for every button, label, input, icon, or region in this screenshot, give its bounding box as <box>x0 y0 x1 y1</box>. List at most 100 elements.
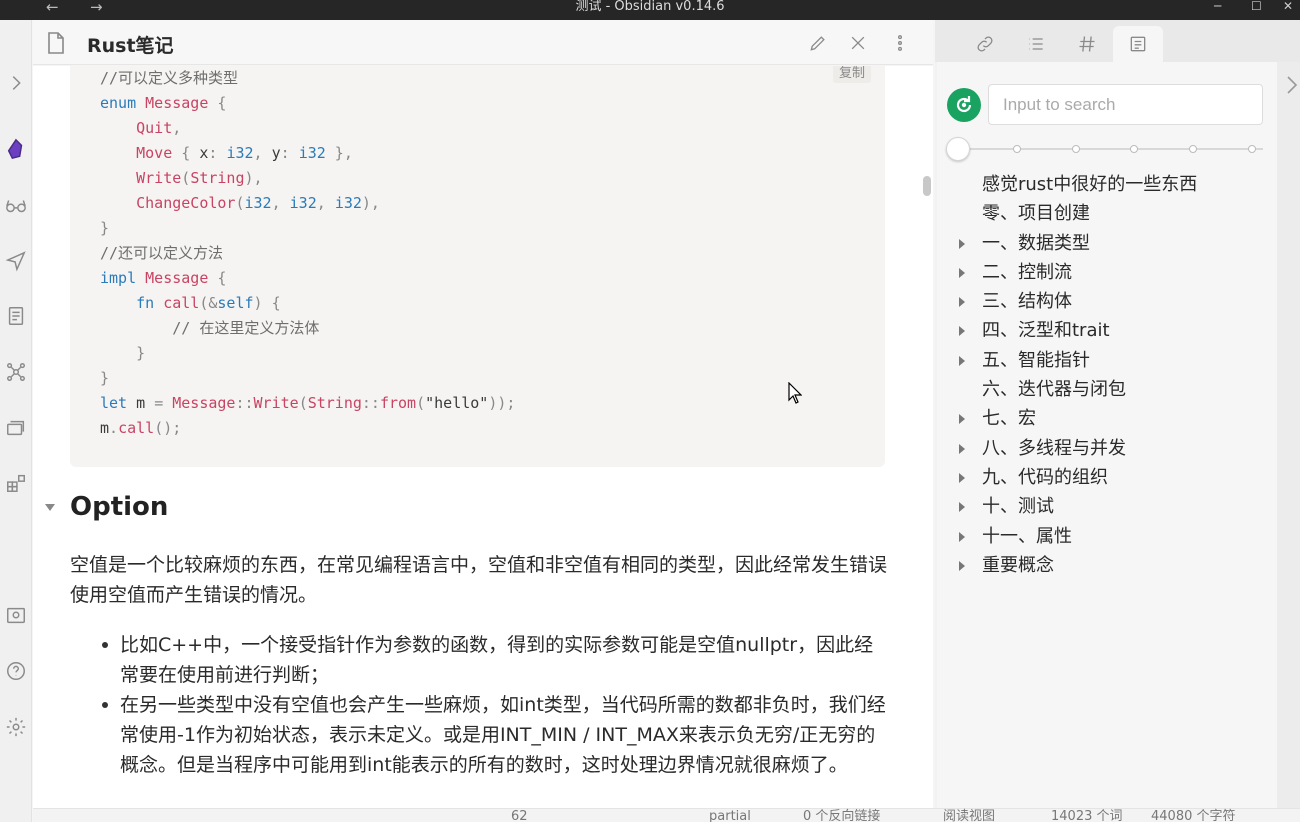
window-title: 测试 - Obsidian v0.14.6 <box>575 0 725 14</box>
status-item[interactable]: partial <box>709 810 751 822</box>
outline-item[interactable]: 一、数据类型 <box>957 229 1277 258</box>
status-bar: 62 partial 0 个反向链接 阅读视图 14023 个词 44080 个… <box>33 808 1300 822</box>
list-item: 在另一些类型中没有空值也会产生一些麻烦，如int类型，当代码所需的数都非负时，我… <box>70 690 890 780</box>
tab-backlinks[interactable] <box>960 26 1010 62</box>
send-icon[interactable] <box>3 248 29 274</box>
status-item: 62 <box>511 809 528 822</box>
obsidian-logo-icon[interactable] <box>3 136 29 162</box>
expand-triangle-icon[interactable] <box>959 238 965 249</box>
section-heading: Option <box>70 492 169 522</box>
edit-button[interactable] <box>806 31 830 55</box>
outline-item[interactable]: 三、结构体 <box>957 287 1277 316</box>
more-vertical-icon <box>897 35 902 51</box>
list-icon <box>1029 38 1043 50</box>
code-line: m.call(); <box>100 419 182 437</box>
code-line: impl Message { <box>100 269 227 287</box>
mouse-cursor-icon <box>788 382 802 404</box>
outline-item[interactable]: 十、测试 <box>957 492 1277 521</box>
settings-icon[interactable] <box>3 714 29 740</box>
cards-icon[interactable] <box>3 415 29 441</box>
close-window-button[interactable]: ✕ <box>1283 0 1293 12</box>
outline-item[interactable]: 九、代码的组织 <box>957 463 1277 492</box>
note-content[interactable]: 复制 //可以定义多种类型 enum Message { Quit, Move {… <box>33 66 933 808</box>
outline-list: 感觉rust中很好的一些东西零、项目创建 一、数据类型二、控制流三、结构体四、泛型… <box>957 170 1277 580</box>
outline-item-label: 四、泛型和trait <box>982 320 1110 342</box>
slider-stop[interactable] <box>1248 145 1256 153</box>
sidebar-chevron-icon[interactable] <box>1286 75 1298 95</box>
status-backlinks[interactable]: 0 个反向链接 <box>803 810 880 822</box>
outline-item[interactable]: 二、控制流 <box>957 258 1277 287</box>
minimize-button[interactable]: ─ <box>1214 0 1221 12</box>
outline-panel: 感觉rust中很好的一些东西零、项目创建一、数据类型二、控制流三、结构体四、泛型… <box>937 62 1277 808</box>
outline-item[interactable]: 五、智能指针 <box>957 346 1277 375</box>
vault-icon[interactable] <box>3 602 29 628</box>
expand-triangle-icon[interactable] <box>959 443 965 454</box>
outline-item-label: 三、结构体 <box>982 291 1072 313</box>
outline-item-label: 一、数据类型 <box>982 232 1090 254</box>
outline-item-label: 十一、属性 <box>982 525 1072 547</box>
refresh-icon <box>956 96 972 113</box>
expand-triangle-icon[interactable] <box>959 560 965 571</box>
maximize-button[interactable]: ☐ <box>1251 0 1262 12</box>
slider-stop[interactable] <box>1130 145 1138 153</box>
expand-chevron-icon[interactable] <box>3 70 29 96</box>
right-sidebar: 感觉rust中很好的一些东西零、项目创建一、数据类型二、控制流三、结构体四、泛型… <box>935 20 1300 808</box>
sidebar-tabs <box>935 20 1300 62</box>
code-block[interactable]: 复制 //可以定义多种类型 enum Message { Quit, Move {… <box>70 66 885 467</box>
outline-item[interactable]: 十一、属性 <box>957 522 1277 551</box>
status-view-mode[interactable]: 阅读视图 <box>943 810 995 822</box>
outline-item[interactable]: 感觉rust中很好的一些东西 <box>957 170 1277 199</box>
outline-item[interactable]: 七、宏 <box>957 404 1277 433</box>
expand-triangle-icon[interactable] <box>959 531 965 542</box>
outline-item-label: 五、智能指针 <box>982 349 1090 371</box>
glasses-icon[interactable] <box>3 193 29 219</box>
tab-list[interactable] <box>1011 26 1061 62</box>
outline-item[interactable]: 六、迭代器与闭包 <box>957 375 1277 404</box>
outline-item-label: 零、项目创建 <box>982 203 1090 225</box>
editor-scrollbar[interactable] <box>923 176 931 196</box>
fold-heading-icon[interactable] <box>45 504 55 511</box>
code-line: let m = Message::Write(String::from("hel… <box>100 394 516 412</box>
tab-tags[interactable] <box>1062 26 1112 62</box>
document-icon[interactable] <box>3 303 29 329</box>
code-text: //可以定义多种类型 enum Message { Quit, Move { x:… <box>100 66 885 441</box>
copy-code-button[interactable]: 复制 <box>832 66 871 83</box>
search-input[interactable] <box>988 84 1263 125</box>
blocks-icon[interactable] <box>3 470 29 496</box>
expand-triangle-icon[interactable] <box>959 502 965 513</box>
sidebar-scrollbar[interactable] <box>1277 62 1300 808</box>
outline-item[interactable]: 八、多线程与并发 <box>957 434 1277 463</box>
note-title[interactable]: Rust笔记 <box>87 31 174 58</box>
expand-triangle-icon[interactable] <box>959 472 965 483</box>
outline-item[interactable]: 零、项目创建 <box>957 199 1277 228</box>
hash-icon <box>1079 36 1095 52</box>
graph-icon[interactable] <box>3 359 29 385</box>
slider-knob[interactable] <box>946 137 970 161</box>
outline-item-label: 八、多线程与并发 <box>982 437 1126 459</box>
code-line: // 在这里定义方法体 <box>172 319 320 337</box>
outline-item[interactable]: 四、泛型和trait <box>957 316 1277 345</box>
help-icon[interactable] <box>3 658 29 684</box>
left-ribbon <box>0 20 32 822</box>
outline-item-label: 六、迭代器与闭包 <box>982 379 1126 401</box>
code-line: fn call(&self) { <box>136 294 281 312</box>
code-line: ChangeColor(i32, i32, i32), <box>136 194 380 212</box>
expand-triangle-icon[interactable] <box>959 297 965 308</box>
note-header: Rust笔记 <box>33 20 933 65</box>
slider-stop[interactable] <box>1072 145 1080 153</box>
slider-stop[interactable] <box>1189 145 1197 153</box>
more-options-button[interactable] <box>888 31 912 55</box>
slider-stop[interactable] <box>1013 145 1021 153</box>
expand-triangle-icon[interactable] <box>959 414 965 425</box>
expand-triangle-icon[interactable] <box>959 267 965 278</box>
close-pane-button[interactable] <box>846 31 870 55</box>
expand-triangle-icon[interactable] <box>959 326 965 337</box>
refresh-button[interactable] <box>947 88 981 122</box>
outline-item[interactable]: 重要概念 <box>957 551 1277 580</box>
paragraph: 空值是一个比较麻烦的东西，在常见编程语言中，空值和非空值有相同的类型，因此经常发… <box>70 554 888 606</box>
title-bar: ← → 测试 - Obsidian v0.14.6 ─ ☐ ✕ <box>0 0 1300 20</box>
slider-track[interactable] <box>957 148 1263 150</box>
outline-item-label: 九、代码的组织 <box>982 466 1108 488</box>
tab-outline[interactable] <box>1113 26 1163 62</box>
expand-triangle-icon[interactable] <box>959 355 965 366</box>
